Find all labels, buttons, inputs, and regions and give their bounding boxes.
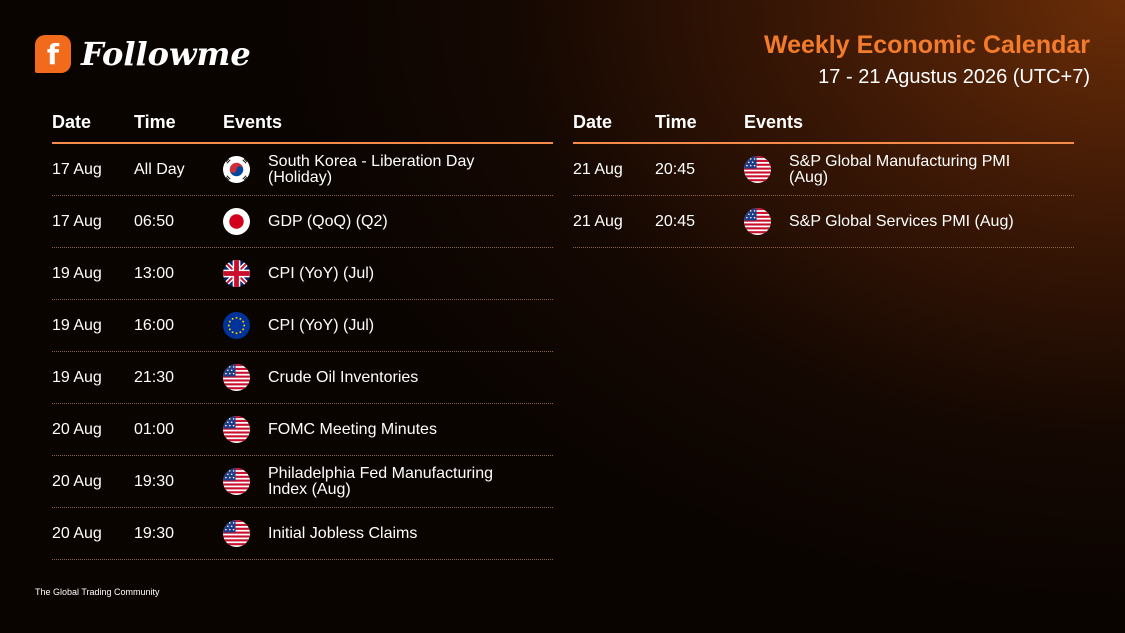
us-flag-icon xyxy=(223,520,250,547)
event-cell: CPI (YoY) (Jul) xyxy=(223,260,553,287)
event-name: CPI (YoY) (Jul) xyxy=(268,264,375,282)
event-cell: South Korea - Liberation Day (Holiday) xyxy=(223,152,553,186)
table-header: Date Time Events xyxy=(52,112,553,144)
event-name: Initial Jobless Claims xyxy=(268,524,418,542)
brand-logo: f Followme xyxy=(35,35,251,73)
table-row: 19 Aug 21:30 Crude Oil Inventories xyxy=(52,352,553,404)
date-range: 17 - 21 Agustus 2026 (UTC+7) xyxy=(818,66,1090,88)
table-header: Date Time Events xyxy=(573,112,1074,144)
us-flag-icon xyxy=(223,416,250,443)
us-flag-icon xyxy=(223,364,250,391)
event-time: 13:00 xyxy=(134,264,175,282)
event-cell: FOMC Meeting Minutes xyxy=(223,416,553,443)
event-name: South Korea - Liberation Day (Holiday) xyxy=(268,152,475,186)
event-date: 20 Aug xyxy=(52,420,102,438)
table-row: 21 Aug 20:45 S&P Global Manufacturing PMI … xyxy=(573,144,1074,196)
event-date: 19 Aug xyxy=(52,368,102,386)
date-column-header: Date xyxy=(52,112,92,132)
us-flag-icon xyxy=(744,208,771,235)
table-row: 19 Aug 16:00 CPI (YoY) (Jul) xyxy=(52,300,553,352)
japan-flag-icon xyxy=(223,208,250,235)
event-name: GDP (QoQ) (Q2) xyxy=(268,212,388,230)
event-date: 21 Aug xyxy=(573,212,623,230)
event-time: 21:30 xyxy=(134,368,175,386)
table-row: 20 Aug 19:30 Philadelphia Fed Manufacturin… xyxy=(52,456,553,508)
event-date: 20 Aug xyxy=(52,524,102,542)
date-column-header: Date xyxy=(573,112,613,132)
time-column-header: Time xyxy=(655,112,697,132)
time-column-header: Time xyxy=(134,112,176,132)
table-row: 21 Aug 20:45 S&P Global Services PMI (Aug) xyxy=(573,196,1074,248)
event-name: Philadelphia Fed Manufacturing Index (Au… xyxy=(268,464,494,498)
brand-name: Followme xyxy=(81,35,251,73)
event-name: S&P Global Services PMI (Aug) xyxy=(789,212,1014,230)
calendar-header: Weekly Economic Calendar 17 - 21 Agustus… xyxy=(764,30,1090,90)
event-date: 17 Aug xyxy=(52,160,102,178)
table-row: 17 Aug All Day South Korea - Liberation Da… xyxy=(52,144,553,196)
events-table-left: Date Time Events 17 Aug All Day South Kore… xyxy=(52,112,553,560)
table-row: 20 Aug 01:00 FOMC Meeting Minutes xyxy=(52,404,553,456)
event-cell: Crude Oil Inventories xyxy=(223,364,553,391)
event-date: 19 Aug xyxy=(52,316,102,334)
event-cell: S&P Global Services PMI (Aug) xyxy=(744,208,1074,235)
event-time: All Day xyxy=(134,160,185,178)
page-title: Weekly Economic Calendar xyxy=(763,31,1090,59)
event-name: Crude Oil Inventories xyxy=(268,368,419,386)
event-time: 19:30 xyxy=(134,524,175,542)
uk-flag-icon xyxy=(223,260,250,287)
us-flag-icon xyxy=(744,156,771,183)
south-korea-flag-icon xyxy=(223,156,250,183)
event-time: 16:00 xyxy=(134,316,175,334)
event-date: 21 Aug xyxy=(573,160,623,178)
event-time: 01:00 xyxy=(134,420,175,438)
event-name: S&P Global Manufacturing PMI (Aug) xyxy=(789,152,1011,186)
event-date: 17 Aug xyxy=(52,212,102,230)
table-row: 20 Aug 19:30 Initial Jobless Claims xyxy=(52,508,553,560)
event-cell: Philadelphia Fed Manufacturing Index (Au… xyxy=(223,464,553,498)
event-time: 06:50 xyxy=(134,212,175,230)
us-flag-icon xyxy=(223,468,250,495)
followme-logo-icon: f xyxy=(35,35,71,73)
event-time: 20:45 xyxy=(655,160,696,178)
event-time: 19:30 xyxy=(134,472,175,490)
event-date: 19 Aug xyxy=(52,264,102,282)
event-time: 20:45 xyxy=(655,212,696,230)
table-row: 17 Aug 06:50 GDP (QoQ) (Q2) xyxy=(52,196,553,248)
event-cell: Initial Jobless Claims xyxy=(223,520,553,547)
event-name: FOMC Meeting Minutes xyxy=(268,420,437,438)
event-cell: GDP (QoQ) (Q2) xyxy=(223,208,553,235)
events-table-right: Date Time Events 21 Aug 20:45 S&P Global M… xyxy=(573,112,1074,248)
events-column-header: Events xyxy=(744,112,804,132)
tagline: The Global Trading Community xyxy=(35,587,160,597)
event-cell: S&P Global Manufacturing PMI (Aug) xyxy=(744,152,1074,186)
table-row: 19 Aug 13:00 CPI (YoY) (Jul) xyxy=(52,248,553,300)
event-date: 20 Aug xyxy=(52,472,102,490)
event-name: CPI (YoY) (Jul) xyxy=(268,316,375,334)
eu-flag-icon xyxy=(223,312,250,339)
events-column-header: Events xyxy=(223,112,283,132)
event-cell: CPI (YoY) (Jul) xyxy=(223,312,553,339)
